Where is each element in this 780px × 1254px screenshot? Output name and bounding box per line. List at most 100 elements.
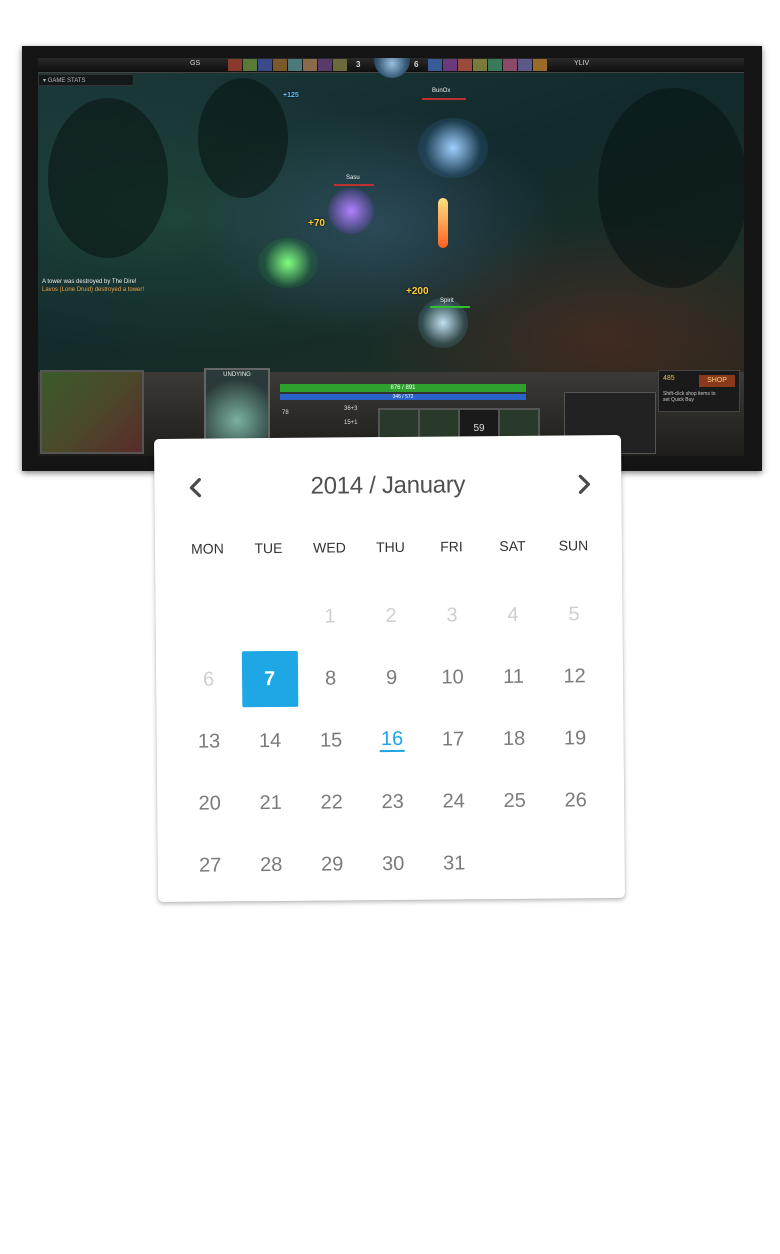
selected-day-chip: 7	[241, 650, 298, 708]
weekday-header: MON TUE WED THU FRI SAT SUN	[177, 537, 605, 557]
calendar-day[interactable]: 19	[544, 707, 606, 770]
calendar-day[interactable]: 27	[179, 834, 241, 897]
calendar-day[interactable]: 20	[179, 772, 241, 835]
today-number: 16	[379, 727, 405, 753]
fire-effect	[438, 198, 448, 248]
ally-hp-bar	[430, 306, 470, 308]
health-bar: 876 / 891	[280, 384, 526, 392]
enemy-hp-bar	[422, 98, 466, 100]
calendar-header: 2014 / January	[154, 469, 621, 503]
heal-number: +125	[283, 92, 299, 99]
calendar-day-disabled: 1	[324, 604, 336, 628]
next-month-button[interactable]	[569, 469, 599, 499]
calendar-day[interactable]: 13	[178, 710, 240, 773]
tree-shadow	[48, 98, 168, 258]
weekday-label: SUN	[558, 537, 589, 554]
calendar-day-today[interactable]: 16	[361, 709, 423, 772]
calendar-day-empty	[545, 831, 607, 894]
mana-bar: 346 / 572	[280, 394, 526, 400]
calendar-day-disabled: 6	[202, 668, 215, 691]
hero-name: UNDYING	[223, 372, 251, 378]
calendar-day[interactable]: 23	[362, 771, 424, 834]
game-stats-dropdown[interactable]: ▾ GAME STATS	[38, 74, 134, 86]
calendar-day-disabled: 2	[385, 604, 397, 627]
weekday-label: MON	[191, 540, 224, 557]
chevron-right-icon	[578, 474, 590, 494]
calendar-day[interactable]: 28	[240, 834, 302, 897]
calendar-day-empty	[177, 586, 239, 649]
game-screenshot: +70 +200 +125 Sasu BunOx Spirit A tower …	[38, 58, 744, 456]
calendar-day[interactable]: 15	[300, 709, 362, 772]
tree-shadow	[598, 88, 744, 288]
kill-feed: A tower was destroyed by The Dire! Lavos…	[42, 278, 144, 294]
calendar-day[interactable]: 21	[240, 772, 302, 835]
calendar-day[interactable]: 26	[545, 769, 607, 832]
tree-shadow	[198, 78, 288, 198]
calendar-day[interactable]: 24	[423, 770, 485, 833]
calendar-day[interactable]: 8	[300, 647, 362, 710]
calendar-title: 2014 / January	[310, 471, 466, 500]
calendar-day-disabled: 3	[446, 603, 458, 627]
calendar-day[interactable]: 9	[361, 647, 423, 710]
shop-panel: 485 SHOP Shift-click shop items to set Q…	[658, 370, 740, 412]
weekday-label: TUE	[254, 539, 283, 557]
shop-hint: Shift-click shop items to set Quick Buy	[663, 391, 716, 403]
calendar-day[interactable]: 29	[301, 833, 363, 896]
calendar-day[interactable]: 11	[483, 646, 545, 709]
calendar-day[interactable]: 14	[239, 710, 301, 773]
gold-amount: 485	[663, 375, 675, 382]
day-night-clock	[374, 58, 410, 78]
calendar-day[interactable]: 17	[422, 708, 484, 771]
calendar-day-disabled: 5	[568, 602, 580, 625]
calendar-day[interactable]: 22	[301, 771, 363, 834]
minimap[interactable]	[40, 370, 144, 454]
score-left: 3	[356, 60, 361, 69]
gold-number: +200	[406, 286, 429, 297]
calendar-day-selected[interactable]: 7	[239, 648, 301, 711]
spell-effect	[328, 188, 374, 234]
calendar-day-empty	[484, 832, 546, 895]
calendar-day[interactable]: 18	[483, 708, 545, 771]
calendar-week: 1 2 3 4 5	[177, 583, 606, 649]
calendar-week: 20 21 22 23 24 25 26	[179, 769, 608, 835]
game-top-bar: GS 3 6 YLIV	[38, 58, 744, 78]
team-left-tag: GS	[190, 60, 201, 67]
killfeed-line: Lavos (Lone Druid) destroyed a tower!	[42, 287, 145, 293]
dire-portraits[interactable]	[428, 59, 547, 71]
enemy-hp-bar	[334, 184, 374, 186]
hero-label: Spirit	[440, 298, 454, 304]
calendar-week: 27 28 29 30 31	[179, 831, 608, 897]
health-text: 876 / 891	[390, 385, 416, 391]
damage-number: +70	[308, 218, 325, 229]
calendar-week: 6 7 8 9 10 11 12	[178, 645, 607, 711]
calendar-day-disabled: 4	[507, 603, 519, 626]
stat-agility: 15+1	[344, 420, 358, 426]
calendar-day[interactable]: 30	[362, 833, 424, 896]
calendar-day[interactable]: 25	[484, 770, 546, 833]
hero-label: BunOx	[432, 88, 451, 94]
radiant-portraits[interactable]	[228, 59, 347, 71]
killfeed-line: A tower was destroyed by The Dire!	[42, 279, 137, 285]
score-right: 6	[414, 60, 419, 69]
stat-damage: 78	[282, 410, 289, 416]
calendar-day[interactable]: 10	[422, 646, 484, 709]
calendar-widget: 2014 / January MON TUE WED THU FRI SAT S…	[153, 434, 626, 903]
spell-effect	[258, 238, 318, 288]
shop-button[interactable]: SHOP	[699, 375, 735, 387]
game-screenshot-frame: +70 +200 +125 Sasu BunOx Spirit A tower …	[22, 46, 762, 471]
weekday-label: FRI	[440, 538, 463, 555]
calendar-day[interactable]: 12	[544, 645, 606, 708]
calendar-grid: 1 2 3 4 5 6 7 8 9 10 11 12 13 14 15 16 1…	[177, 583, 608, 897]
spell-effect	[418, 118, 488, 178]
hero-label: Sasu	[346, 175, 360, 181]
team-right-tag: YLIV	[574, 60, 590, 67]
weekday-label: THU	[375, 538, 405, 556]
calendar-day-empty	[238, 586, 300, 649]
stat-strength: 36+3	[344, 406, 358, 412]
mana-text: 346 / 572	[392, 394, 414, 400]
game-stats-label: GAME STATS	[47, 78, 86, 84]
weekday-label: SAT	[499, 537, 526, 555]
calendar-day[interactable]: 31	[423, 832, 485, 895]
weekday-label: WED	[313, 539, 346, 556]
calendar-week: 13 14 15 16 17 18 19	[178, 707, 607, 773]
